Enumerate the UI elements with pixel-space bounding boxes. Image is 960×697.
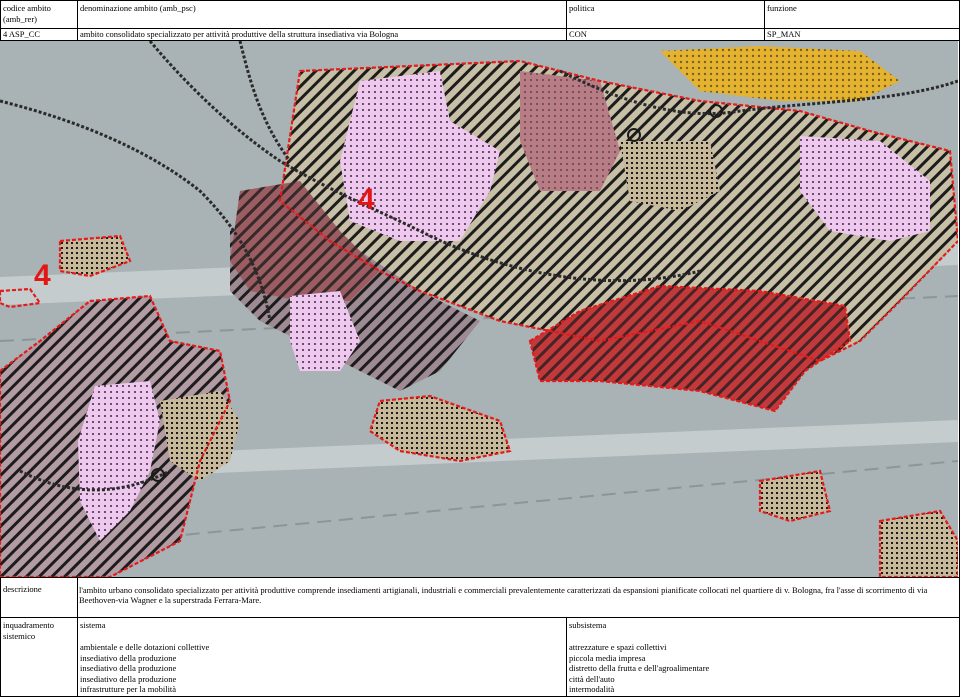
subsistema-row: distretto della frutta e dell'agroalimen…	[569, 663, 710, 673]
politica-value: CON	[569, 29, 587, 39]
inquadramento-label: inquadramento sistemico	[3, 620, 54, 642]
sistema-col-divider	[566, 617, 567, 697]
zoning-map: 4 4	[0, 40, 960, 578]
sistema-row: infrastrutture per la mobilità	[80, 684, 177, 694]
inquadramento-top-border	[0, 617, 960, 618]
header-col-divider-2	[566, 0, 567, 40]
document-sheet: codice ambito (amb_rer) denominazione am…	[0, 0, 960, 697]
codice-label-line1: codice ambito	[3, 3, 51, 13]
denominazione-value: ambito consolidato specializzato per att…	[80, 29, 399, 39]
header-top-border	[0, 0, 960, 1]
map-label-zone-4-center: 4	[358, 183, 375, 216]
sistema-row: insediativo della produzione	[80, 652, 177, 663]
inquadramento-label-line1: inquadramento	[3, 620, 54, 630]
subsistema-row: attrezzature e spazi collettivi	[569, 642, 667, 652]
subsistema-list: attrezzature e spazi collettivi piccola …	[569, 642, 709, 695]
inquadramento-label-line2: sistemico	[3, 631, 36, 641]
descrizione-label: descrizione	[3, 584, 42, 594]
map-label-zone-4-west: 4	[34, 259, 51, 292]
codice-value: 4 ASP_CC	[3, 29, 41, 39]
descrizione-text: l'ambito urbano consolidato specializzat…	[79, 585, 928, 605]
subsistema-header: subsistema	[569, 620, 607, 630]
header-col-divider-3	[764, 0, 765, 40]
codice-label: codice ambito (amb_rer)	[3, 3, 51, 25]
funzione-label: funzione	[767, 3, 797, 13]
sistema-row: insediativo della produzione	[80, 663, 177, 673]
politica-label: politica	[569, 3, 595, 13]
funzione-value: SP_MAN	[767, 29, 801, 39]
header-col-divider-1	[77, 0, 78, 40]
zoning-map-svg: 4 4	[0, 41, 958, 577]
descrizione-col-divider	[77, 578, 78, 697]
sistema-header: sistema	[80, 620, 106, 630]
subsistema-row: intermodalità	[569, 684, 615, 694]
codice-label-line2: (amb_rer)	[3, 14, 37, 24]
sistema-row: insediativo della produzione	[80, 673, 177, 684]
subsistema-row: città dell'auto	[569, 673, 615, 684]
denominazione-label: denominazione ambito (amb_psc)	[80, 3, 196, 13]
sistema-list: ambientale e delle dotazioni collettive …	[80, 642, 209, 695]
subsistema-row: piccola media impresa	[569, 652, 646, 663]
sistema-row: ambientale e delle dotazioni collettive	[80, 642, 210, 652]
